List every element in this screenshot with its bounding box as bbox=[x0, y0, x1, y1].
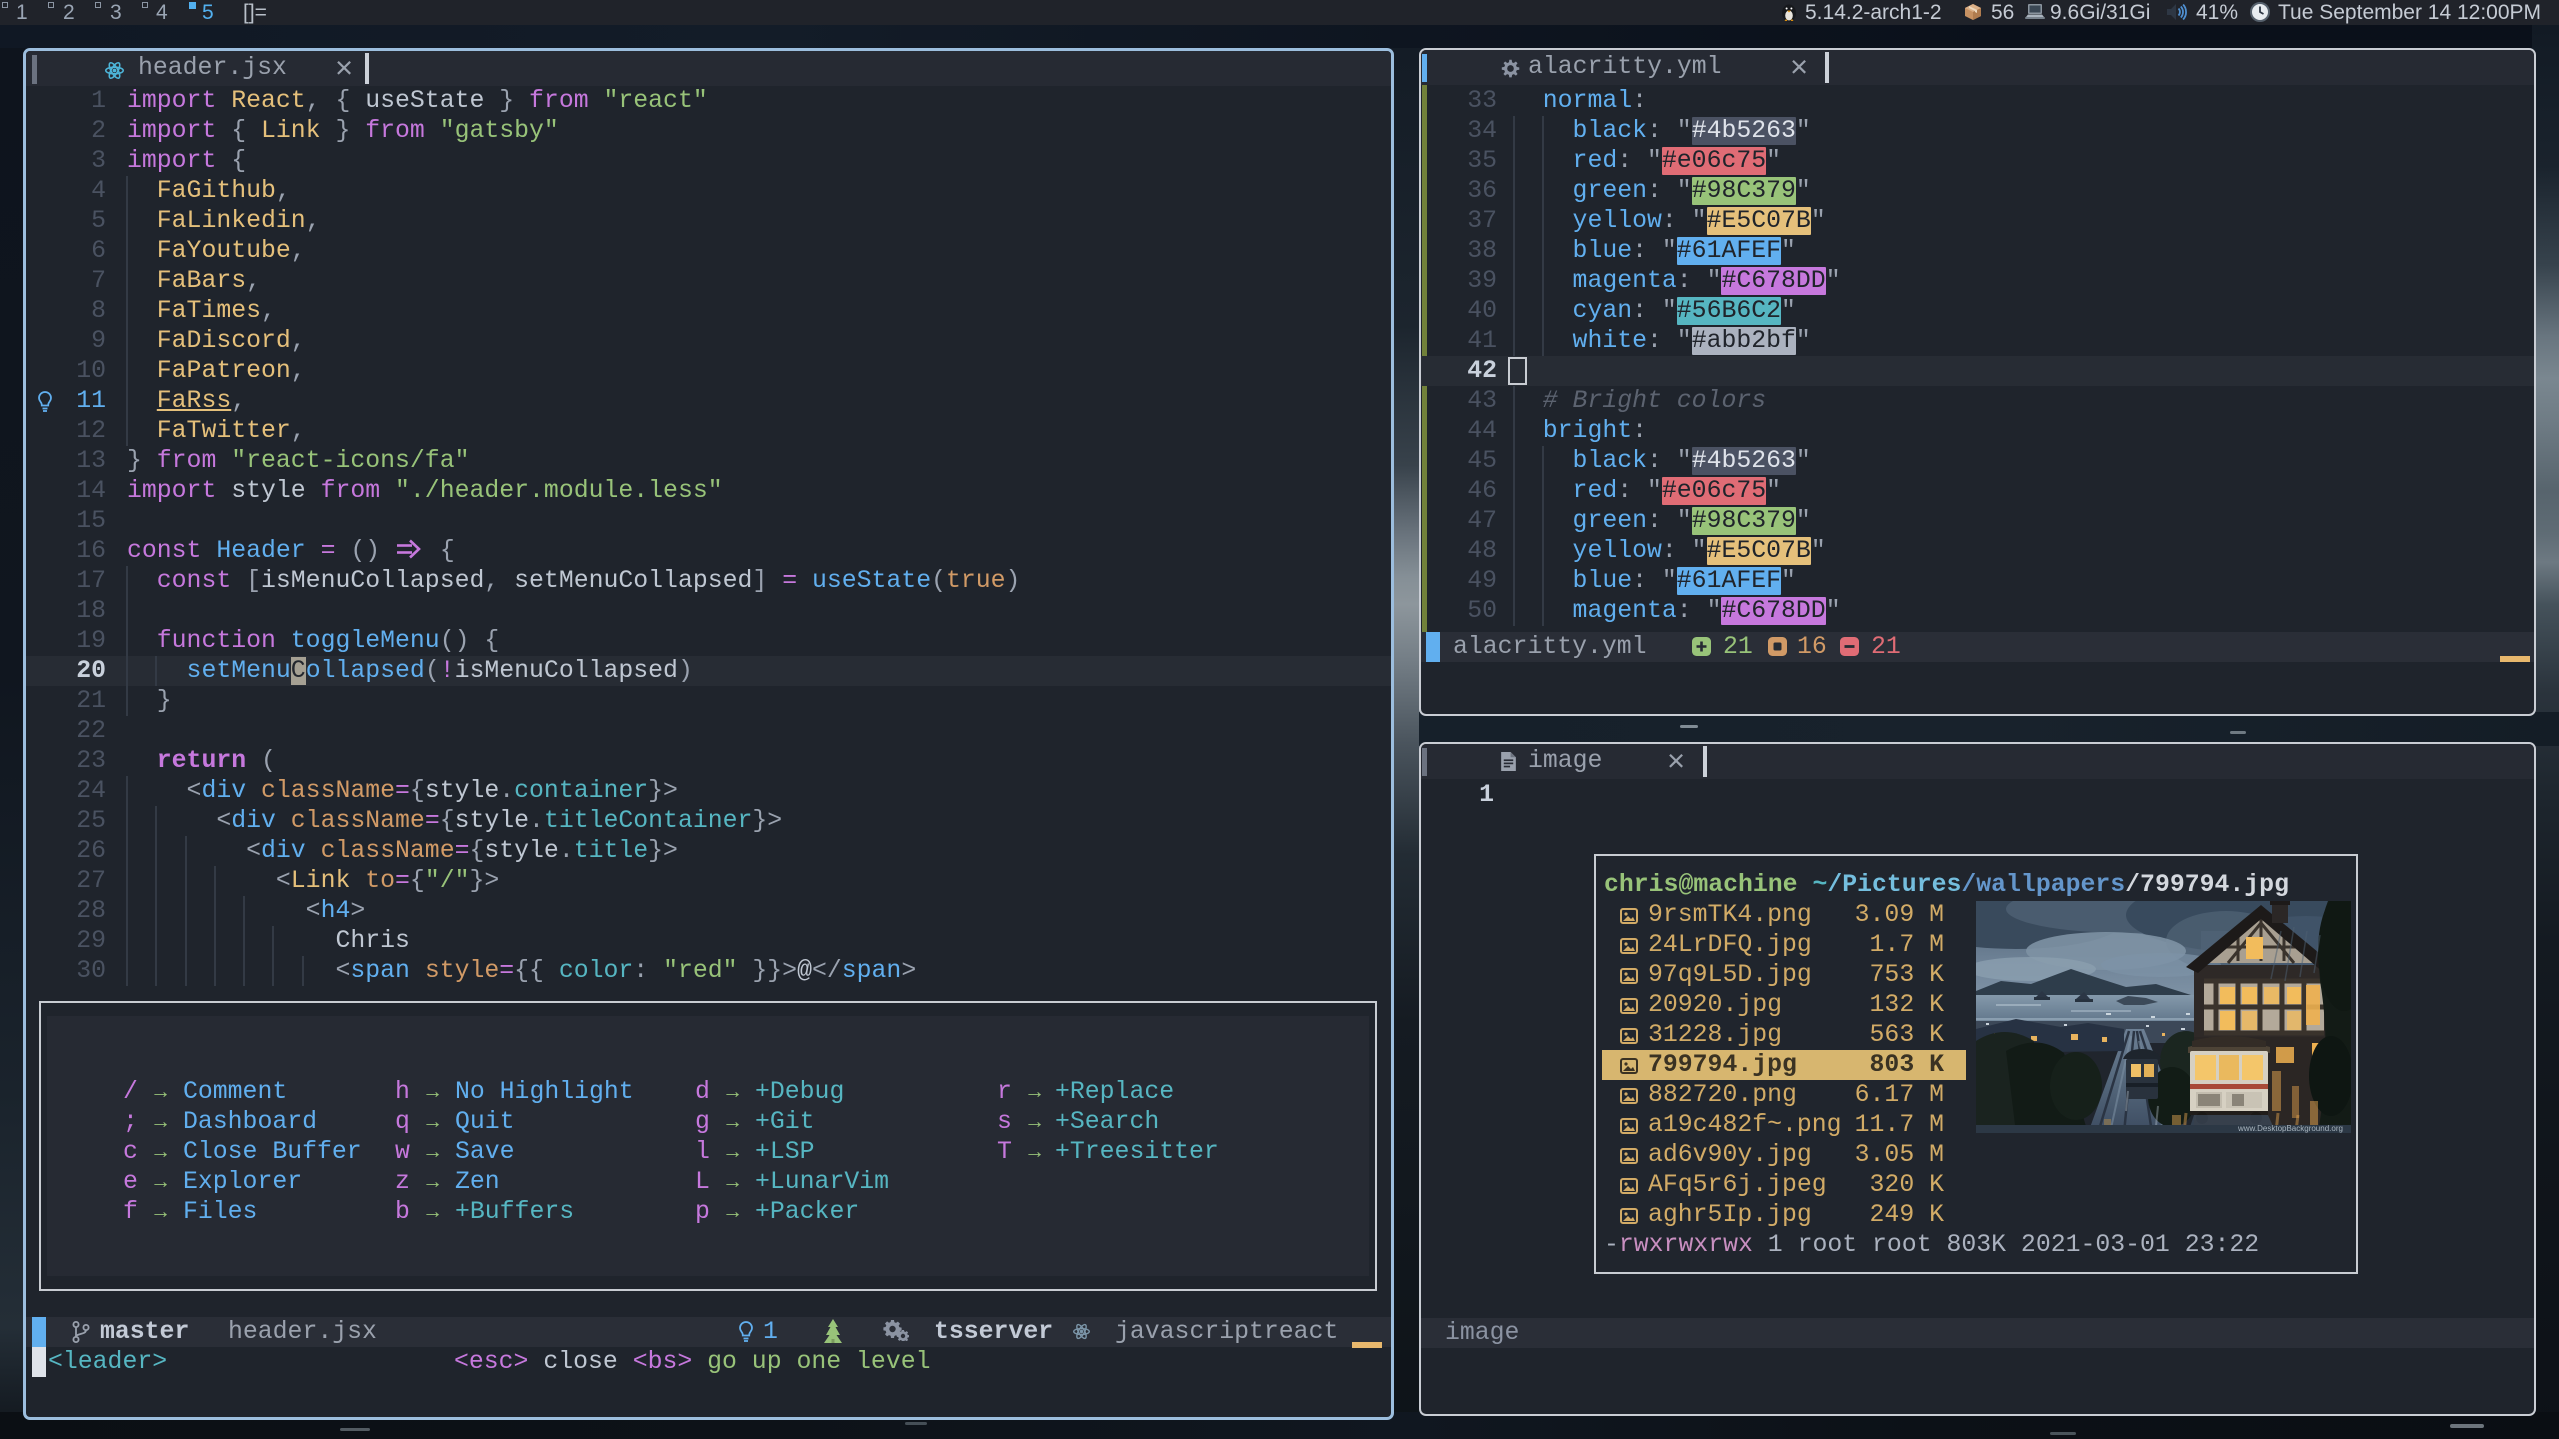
svg-text:www.DesktopBackground.org: www.DesktopBackground.org bbox=[2237, 1124, 2343, 1133]
